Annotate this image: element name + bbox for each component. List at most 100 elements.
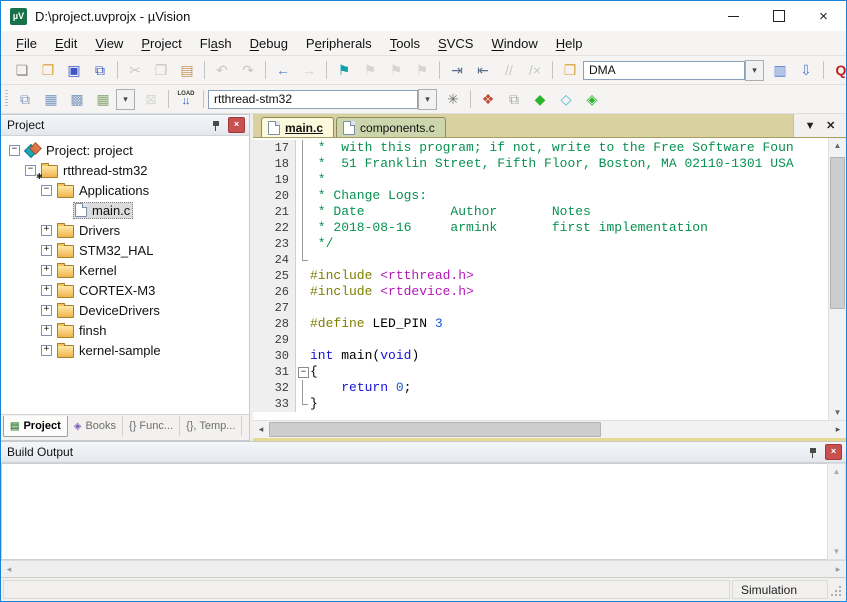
stop-build-button[interactable]: ⊠ — [139, 88, 163, 110]
scroll-down-icon[interactable]: ▼ — [833, 544, 841, 559]
menu-peripherals[interactable]: Peripherals — [297, 33, 381, 54]
panel-tab-books[interactable]: ◈Books — [68, 416, 123, 436]
collapse-icon[interactable]: − — [25, 165, 36, 176]
navigate-back-button[interactable]: ← — [271, 59, 295, 81]
find-combo-dropdown[interactable]: ▾ — [745, 60, 764, 81]
code-line-20[interactable]: 20 * Change Logs: — [253, 188, 828, 204]
cut-button[interactable]: ✂ — [123, 59, 147, 81]
select-software-packs-button[interactable]: ◇ — [554, 88, 578, 110]
document-tab-main-c[interactable]: main.c — [261, 117, 334, 137]
manage-books-button[interactable]: ⧉ — [502, 88, 526, 110]
vertical-scroll-thumb[interactable] — [830, 157, 845, 309]
collapse-icon[interactable]: − — [41, 185, 52, 196]
document-list-dropdown-icon[interactable]: ▼ — [805, 120, 816, 132]
pack-installer-button[interactable]: ◈ — [580, 88, 604, 110]
menu-window[interactable]: Window — [482, 33, 546, 54]
document-tab-components-c[interactable]: components.c — [336, 117, 446, 137]
resize-grip[interactable] — [830, 580, 844, 599]
tree-item-devicedrivers[interactable]: +DeviceDrivers — [1, 300, 249, 320]
build-output-pin-icon[interactable] — [808, 446, 819, 459]
menu-file[interactable]: File — [7, 33, 46, 54]
build-output-close-button[interactable]: × — [825, 444, 842, 460]
code-line-30[interactable]: 30int main(void) — [253, 348, 828, 364]
code-line-29[interactable]: 29 — [253, 332, 828, 348]
tree-item-rtthread-stm32[interactable]: −✱rtthread-stm32 — [1, 160, 249, 180]
code-line-32[interactable]: 32 return 0; — [253, 380, 828, 396]
code-line-19[interactable]: 19 * — [253, 172, 828, 188]
navigate-forward-button[interactable]: → — [297, 59, 321, 81]
code-line-24[interactable]: 24 — [253, 252, 828, 268]
code-line-25[interactable]: 25#include <rtthread.h> — [253, 268, 828, 284]
batch-build-dropdown[interactable]: ▾ — [116, 89, 135, 110]
target-combo[interactable]: rtthread-stm32 — [208, 90, 418, 109]
clear-all-bookmarks-button[interactable]: ⚑ — [410, 59, 434, 81]
incremental-find-button[interactable]: ⇩ — [794, 59, 818, 81]
scroll-right-icon[interactable]: ▸ — [830, 564, 846, 575]
menu-project[interactable]: Project — [132, 33, 190, 54]
horizontal-scroll-thumb[interactable] — [269, 422, 601, 437]
code-line-33[interactable]: 33} — [253, 396, 828, 412]
build-button[interactable]: ▦ — [39, 88, 63, 110]
scroll-left-icon[interactable]: ◂ — [253, 424, 269, 435]
code-view[interactable]: 17 * with this program; if not, write to… — [253, 138, 828, 420]
previous-bookmark-button[interactable]: ⚑ — [358, 59, 382, 81]
comment-selection-button[interactable]: // — [497, 59, 521, 81]
tree-item-finsh[interactable]: +finsh — [1, 320, 249, 340]
find-in-files-folder-button[interactable]: ❐ — [558, 59, 582, 81]
indent-selection-button[interactable]: ⇥ — [445, 59, 469, 81]
rebuild-all-button[interactable]: ▩ — [65, 88, 89, 110]
code-line-22[interactable]: 22 * 2018-08-16 armink first implementat… — [253, 220, 828, 236]
scroll-down-icon[interactable]: ▼ — [834, 405, 842, 420]
menu-flash[interactable]: Flash — [191, 33, 241, 54]
batch-build-button[interactable]: ▦ — [91, 88, 115, 110]
find-in-files-button[interactable]: ▥ — [768, 59, 792, 81]
tree-item-applications[interactable]: −Applications — [1, 180, 249, 200]
build-output-text[interactable] — [1, 463, 827, 560]
new-file-button[interactable]: ❏ — [10, 59, 34, 81]
tree-item-kernel-sample[interactable]: +kernel-sample — [1, 340, 249, 360]
next-bookmark-button[interactable]: ⚑ — [384, 59, 408, 81]
build-output-vertical-scrollbar[interactable]: ▲ ▼ — [827, 463, 846, 560]
menu-svcs[interactable]: SVCS — [429, 33, 482, 54]
unindent-selection-button[interactable]: ⇤ — [471, 59, 495, 81]
code-line-26[interactable]: 26#include <rtdevice.h> — [253, 284, 828, 300]
close-button[interactable]: × — [801, 1, 846, 31]
menu-edit[interactable]: Edit — [46, 33, 86, 54]
tree-item-main-c[interactable]: main.c — [1, 200, 249, 220]
tree-item-kernel[interactable]: +Kernel — [1, 260, 249, 280]
fold-collapse-icon[interactable] — [296, 364, 310, 380]
tree-item-project-project[interactable]: −Project: project — [1, 140, 249, 160]
editor-vertical-scrollbar[interactable]: ▲ ▼ — [828, 138, 846, 420]
panel-tab--func-[interactable]: {} Func... — [123, 416, 180, 436]
save-all-button[interactable]: ⧉ — [88, 59, 112, 81]
tree-item-cortex-m3[interactable]: +CORTEX-M3 — [1, 280, 249, 300]
code-line-17[interactable]: 17 * with this program; if not, write to… — [253, 140, 828, 156]
maximize-button[interactable] — [756, 1, 801, 31]
menu-help[interactable]: Help — [547, 33, 592, 54]
menu-view[interactable]: View — [86, 33, 132, 54]
options-for-target-button[interactable]: ✳ — [441, 88, 465, 110]
open-file-button[interactable]: ❐ — [36, 59, 60, 81]
collapse-icon[interactable]: − — [9, 145, 20, 156]
copy-button[interactable]: ❐ — [149, 59, 173, 81]
project-panel-close-button[interactable]: × — [228, 117, 245, 133]
code-line-27[interactable]: 27 — [253, 300, 828, 316]
scroll-left-icon[interactable]: ◂ — [1, 564, 17, 575]
quick-search-button[interactable]: Q — [829, 59, 846, 81]
panel-tab--temp-[interactable]: {}, Temp... — [180, 416, 242, 436]
menu-debug[interactable]: Debug — [241, 33, 297, 54]
code-line-31[interactable]: 31{ — [253, 364, 828, 380]
paste-button[interactable]: ▤ — [175, 59, 199, 81]
expand-icon[interactable]: + — [41, 225, 52, 236]
code-line-18[interactable]: 18 * 51 Franklin Street, Fifth Floor, Bo… — [253, 156, 828, 172]
find-combo[interactable]: DMA — [583, 61, 745, 80]
menu-tools[interactable]: Tools — [381, 33, 429, 54]
manage-project-items-button[interactable]: ❖ — [476, 88, 500, 110]
pin-icon[interactable] — [211, 119, 222, 132]
expand-icon[interactable]: + — [41, 265, 52, 276]
download-button[interactable]: LOAD↓↓ — [174, 88, 198, 110]
scroll-right-icon[interactable]: ▸ — [830, 424, 846, 435]
target-combo-dropdown[interactable]: ▾ — [418, 89, 437, 110]
scroll-up-icon[interactable]: ▲ — [834, 138, 842, 153]
expand-icon[interactable]: + — [41, 345, 52, 356]
